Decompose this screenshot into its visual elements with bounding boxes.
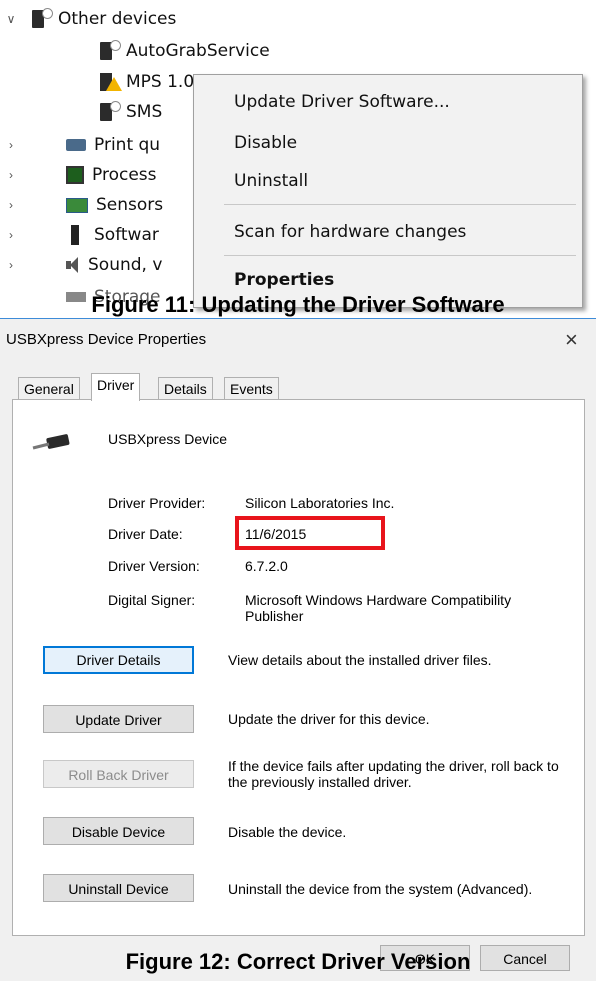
- uninstall-device-button[interactable]: Uninstall Device: [43, 874, 194, 902]
- driver-provider-label: Driver Provider:: [108, 495, 206, 511]
- printer-icon: [66, 139, 86, 151]
- chevron-right-icon[interactable]: ›: [4, 138, 18, 152]
- driver-provider-value: Silicon Laboratories Inc.: [245, 495, 395, 511]
- tab-general[interactable]: General: [18, 377, 80, 400]
- device-manager-tree: ∨ Other devices AutoGrabService MPS 1.0 …: [0, 0, 596, 318]
- uninstall-device-desc: Uninstall the device from the system (Ad…: [228, 881, 533, 897]
- tree-item-label: Print qu: [94, 135, 161, 155]
- device-name: USBXpress Device: [108, 431, 228, 447]
- tree-item-label: MPS 1.0: [126, 72, 195, 92]
- warning-device-icon: [100, 73, 122, 91]
- driver-date-highlight: [235, 516, 385, 550]
- close-icon[interactable]: ×: [565, 327, 578, 353]
- tree-item-software-devices[interactable]: Softwar: [66, 222, 159, 248]
- tree-item-label: AutoGrabService: [126, 41, 270, 61]
- tree-item-label: Other devices: [58, 9, 177, 29]
- disable-device-button[interactable]: Disable Device: [43, 817, 194, 845]
- digital-signer-label: Digital Signer:: [108, 592, 196, 608]
- figure-caption: Figure 11: Updating the Driver Software: [91, 292, 505, 317]
- tree-item-label: SMS: [126, 102, 163, 122]
- tree-item-mps[interactable]: MPS 1.0: [98, 69, 194, 95]
- unknown-device-icon: [100, 40, 121, 60]
- menu-item-properties[interactable]: Properties: [234, 265, 334, 295]
- tab-events[interactable]: Events: [224, 377, 279, 400]
- chevron-right-icon[interactable]: ›: [4, 228, 18, 242]
- tree-item-label: Sound, v: [88, 255, 163, 275]
- speaker-icon: [66, 257, 80, 273]
- tree-item-autograbservice[interactable]: AutoGrabService: [98, 38, 270, 64]
- tree-item-print-queues[interactable]: Print qu: [66, 132, 160, 158]
- menu-separator: [224, 204, 576, 205]
- update-driver-button[interactable]: Update Driver: [43, 705, 194, 733]
- menu-item-update-driver[interactable]: Update Driver Software...: [234, 87, 450, 117]
- unknown-device-icon: [32, 8, 53, 28]
- software-device-icon: [71, 225, 79, 245]
- roll-back-driver-desc: If the device fails after updating the d…: [228, 758, 559, 790]
- tree-item-label: Sensors: [96, 195, 164, 215]
- dialog-title: USBXpress Device Properties: [6, 331, 207, 348]
- tree-item-label: Softwar: [94, 225, 159, 245]
- menu-item-scan-hardware[interactable]: Scan for hardware changes: [234, 217, 466, 247]
- chevron-right-icon[interactable]: ›: [4, 168, 18, 182]
- chevron-right-icon[interactable]: ›: [4, 198, 18, 212]
- tree-item-sensors[interactable]: Sensors: [66, 192, 163, 218]
- context-menu: Update Driver Software... Disable Uninst…: [193, 74, 583, 308]
- sensor-icon: [66, 197, 88, 213]
- figure-caption: Figure 12: Correct Driver Version: [125, 949, 471, 974]
- driver-date-label: Driver Date:: [108, 526, 183, 542]
- usb-device-icon: [32, 434, 70, 450]
- disable-device-desc: Disable the device.: [228, 824, 347, 840]
- driver-details-button[interactable]: Driver Details: [43, 646, 194, 674]
- tree-item-sms[interactable]: SMS: [98, 99, 162, 125]
- chevron-right-icon[interactable]: ›: [4, 258, 18, 272]
- tree-item-other-devices[interactable]: Other devices: [30, 6, 176, 32]
- roll-back-driver-button[interactable]: Roll Back Driver: [43, 760, 194, 788]
- chevron-down-icon[interactable]: ∨: [4, 12, 18, 26]
- menu-item-disable[interactable]: Disable: [234, 128, 297, 158]
- digital-signer-value: Microsoft Windows Hardware Compatibility…: [245, 592, 512, 624]
- tab-details[interactable]: Details: [158, 377, 213, 400]
- driver-tab-panel: USBXpress Device Driver Provider: Silico…: [12, 399, 585, 936]
- tree-item-label: Process: [92, 165, 157, 185]
- driver-version-label: Driver Version:: [108, 558, 200, 574]
- properties-dialog: USBXpress Device Properties × General Dr…: [0, 318, 596, 981]
- unknown-device-icon: [100, 101, 121, 121]
- menu-separator: [224, 255, 576, 256]
- update-driver-desc: Update the driver for this device.: [228, 711, 430, 727]
- tree-item-processors[interactable]: Process: [66, 162, 157, 188]
- tree-item-sound[interactable]: Sound, v: [66, 252, 162, 278]
- processor-icon: [66, 166, 84, 184]
- driver-version-value: 6.7.2.0: [245, 558, 288, 574]
- driver-details-desc: View details about the installed driver …: [228, 652, 492, 668]
- menu-item-uninstall[interactable]: Uninstall: [234, 166, 308, 196]
- tab-driver[interactable]: Driver: [91, 373, 141, 401]
